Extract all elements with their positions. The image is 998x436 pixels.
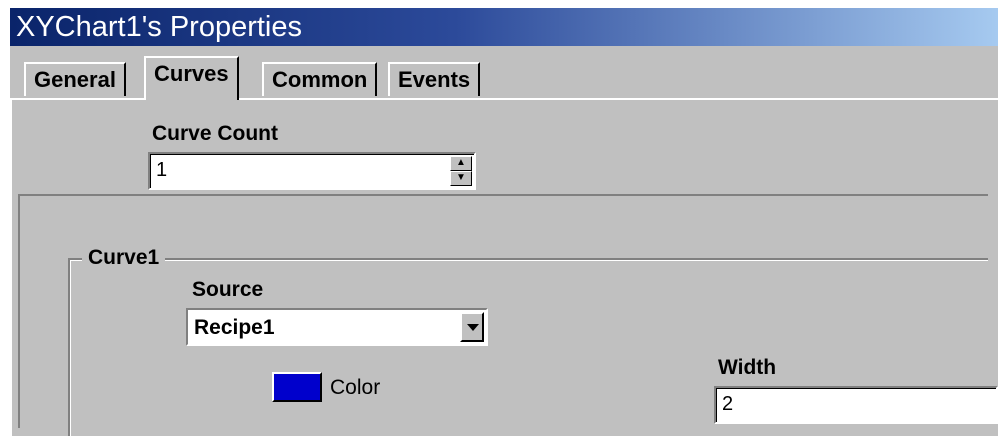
tab-general[interactable]: General xyxy=(24,62,126,96)
curve-count-spin: ▲ ▼ xyxy=(450,156,472,186)
spin-down-icon[interactable]: ▼ xyxy=(450,171,472,186)
width-input[interactable]: 2 xyxy=(714,386,998,424)
curve-count-value: 1 xyxy=(156,159,168,181)
tab-strip: General Curves Common Events xyxy=(10,46,998,100)
curve1-group-legend: Curve1 xyxy=(82,246,166,270)
width-value: 2 xyxy=(722,393,734,415)
color-swatch-button[interactable] xyxy=(272,372,322,402)
source-label: Source xyxy=(192,278,264,301)
spin-up-icon[interactable]: ▲ xyxy=(450,156,472,171)
tab-events[interactable]: Events xyxy=(388,62,481,96)
color-label: Color xyxy=(330,376,381,399)
window-title: XYChart1's Properties xyxy=(16,11,302,43)
curve-count-label: Curve Count xyxy=(152,122,278,145)
tab-curves[interactable]: Curves xyxy=(144,56,239,100)
source-dropdown[interactable]: Recipe1 xyxy=(186,308,488,346)
width-label: Width xyxy=(718,356,777,379)
source-value: Recipe1 xyxy=(194,316,275,339)
title-bar[interactable]: XYChart1's Properties xyxy=(10,8,998,46)
chevron-down-icon[interactable] xyxy=(460,312,484,342)
tab-common[interactable]: Common xyxy=(262,62,378,96)
curve-count-stepper[interactable]: 1 ▲ ▼ xyxy=(148,152,476,190)
